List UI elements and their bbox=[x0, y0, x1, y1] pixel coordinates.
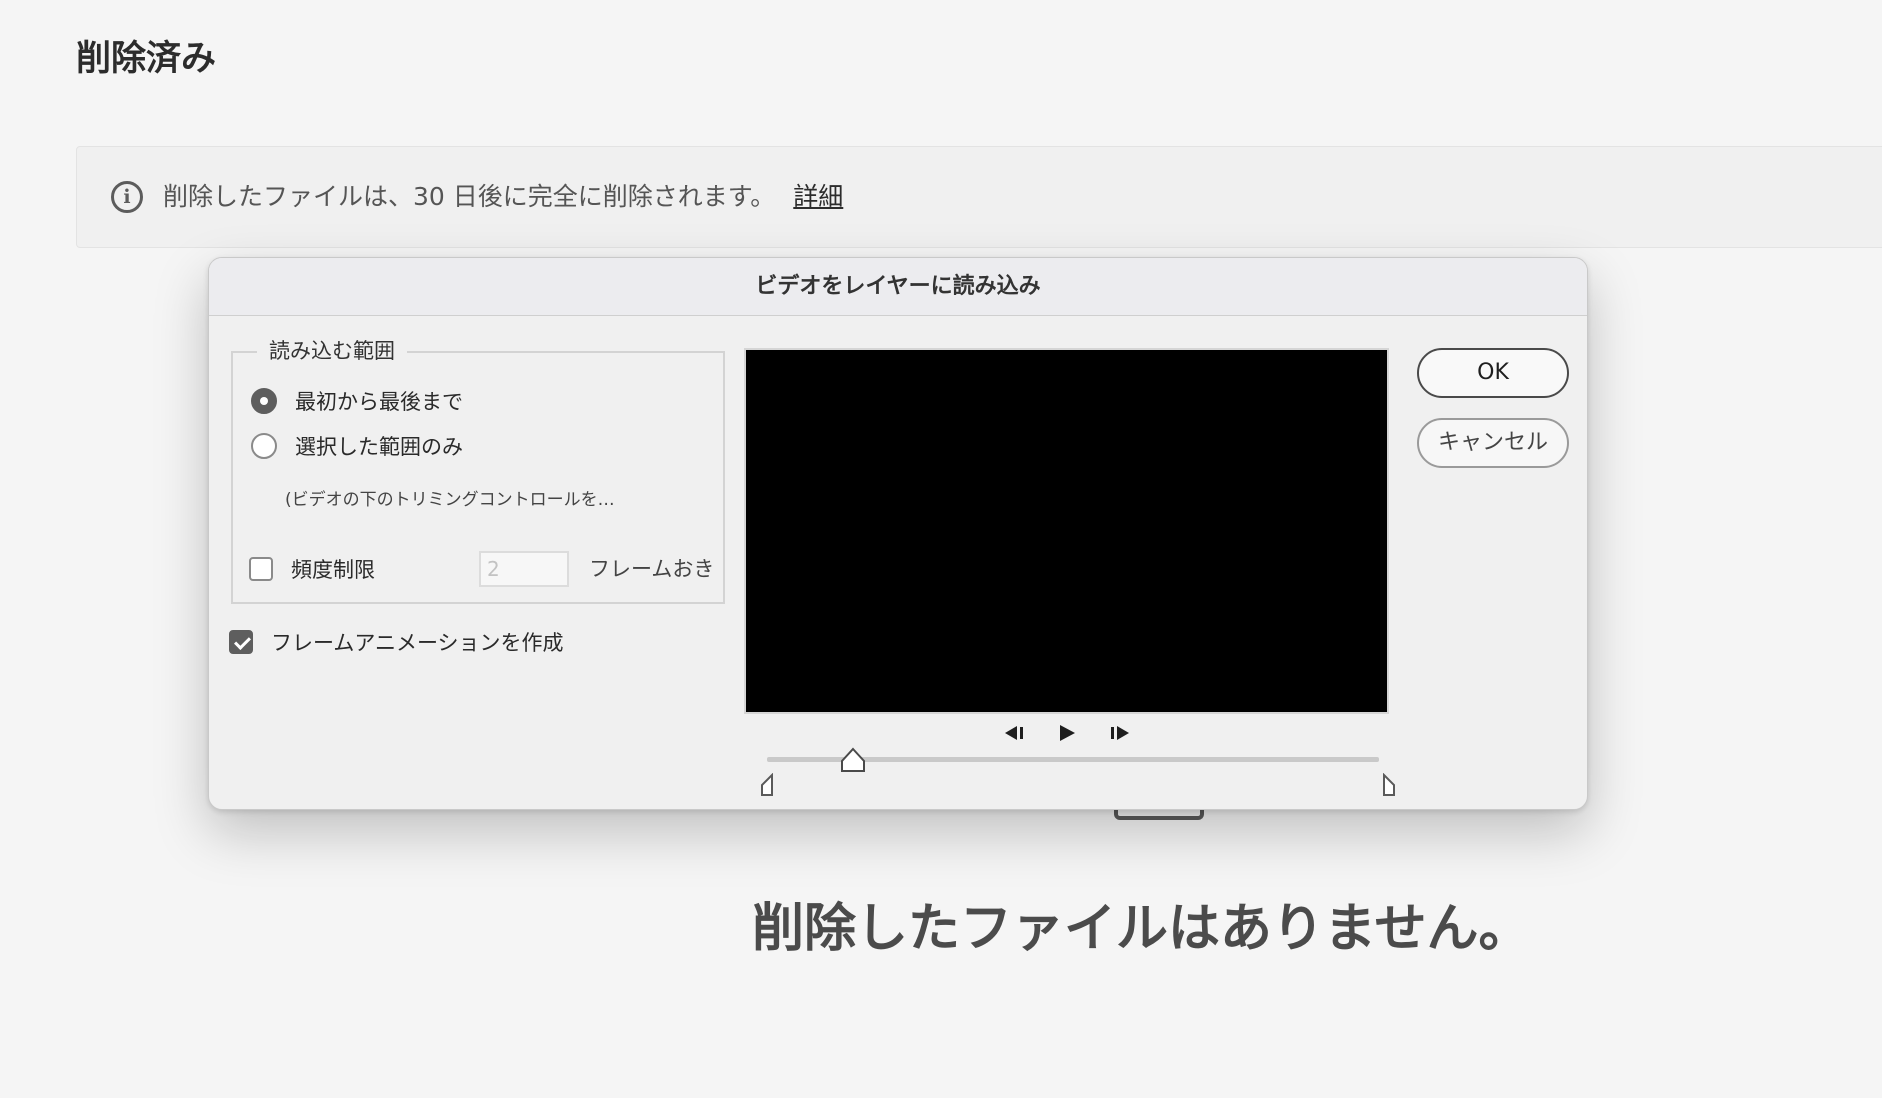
playback-controls bbox=[744, 716, 1389, 750]
info-message: 削除したファイルは、30 日後に完全に削除されます。 詳細 bbox=[163, 179, 843, 215]
radio-start-to-end-label: 最初から最後まで bbox=[295, 390, 463, 414]
video-preview bbox=[744, 348, 1389, 714]
page-title: 削除済み bbox=[76, 39, 217, 79]
empty-state-message: 削除したファイルはありません。 bbox=[752, 899, 1531, 959]
trim-hint-text: (ビデオの下のトリミングコントロールを… bbox=[285, 490, 615, 510]
step-forward-icon[interactable] bbox=[1106, 720, 1132, 746]
trim-start-handle[interactable] bbox=[759, 772, 775, 797]
radio-selected-range-control[interactable] bbox=[251, 433, 277, 459]
radio-selected-range-label: 選択した範囲のみ bbox=[295, 435, 463, 459]
create-frame-animation-checkbox[interactable] bbox=[229, 630, 253, 654]
dialog-title: ビデオをレイヤーに読み込み bbox=[209, 258, 1587, 316]
trim-end-handle[interactable] bbox=[1381, 772, 1397, 797]
create-frame-animation-label: フレームアニメーションを作成 bbox=[271, 631, 564, 655]
import-video-dialog: ビデオをレイヤーに読み込み 読み込む範囲 最初から最後まで 選択した範囲のみ (… bbox=[208, 257, 1588, 810]
ok-button[interactable]: OK bbox=[1417, 348, 1569, 398]
create-frame-animation[interactable]: フレームアニメーションを作成 bbox=[229, 627, 564, 657]
import-range-legend: 読み込む範囲 bbox=[257, 336, 407, 366]
step-back-icon[interactable] bbox=[1002, 720, 1028, 746]
play-icon[interactable] bbox=[1054, 720, 1080, 746]
radio-start-to-end[interactable]: 最初から最後まで bbox=[251, 386, 463, 416]
radio-selected-range[interactable]: 選択した範囲のみ bbox=[251, 431, 463, 461]
info-message-text: 削除したファイルは、30 日後に完全に削除されます。 bbox=[163, 182, 776, 211]
cancel-button[interactable]: キャンセル bbox=[1417, 418, 1569, 468]
playhead-handle[interactable] bbox=[840, 747, 866, 773]
radio-start-to-end-control[interactable] bbox=[251, 388, 277, 414]
details-link[interactable]: 詳細 bbox=[793, 182, 843, 211]
import-range-group: 読み込む範囲 最初から最後まで 選択した範囲のみ (ビデオの下のトリミングコント… bbox=[231, 336, 725, 604]
frequency-limit-label: 頻度制限 bbox=[291, 558, 375, 582]
frequency-limit-row: 頻度制限 フレームおき bbox=[249, 549, 719, 589]
info-icon: i bbox=[111, 181, 143, 213]
info-banner: i 削除したファイルは、30 日後に完全に削除されます。 詳細 bbox=[76, 146, 1882, 248]
frequency-input[interactable] bbox=[479, 551, 569, 587]
frequency-limit-checkbox[interactable] bbox=[249, 557, 273, 581]
frequency-suffix: フレームおき bbox=[589, 557, 715, 581]
timeline-scrubber[interactable] bbox=[757, 747, 1395, 805]
